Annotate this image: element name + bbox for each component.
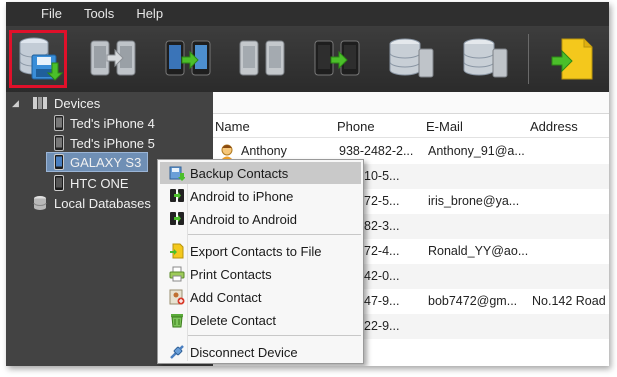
menu-separator	[188, 335, 361, 336]
tree-devices-label: Devices	[54, 95, 101, 111]
menu-item-label: Disconnect Device	[190, 344, 298, 360]
iphone-icon	[54, 115, 64, 131]
android-to-android-button[interactable]	[308, 30, 366, 88]
cell-email: Ronald_YY@ao...	[428, 244, 529, 258]
column-header-name[interactable]: Name	[215, 119, 250, 134]
export-file-icon	[164, 243, 190, 259]
list-header: Name Phone E-Mail Address	[213, 116, 609, 138]
devices-icon	[32, 95, 48, 111]
iphone-icon	[54, 135, 64, 151]
disconnect-icon	[164, 344, 190, 360]
iphone-to-iphone-button[interactable]	[84, 30, 142, 88]
tree-device-label: HTC ONE	[70, 175, 129, 191]
delete-contact-icon	[164, 312, 190, 328]
menu-bar: File Tools Help	[6, 2, 609, 26]
menu-file[interactable]: File	[30, 2, 73, 26]
export-file-icon	[551, 38, 593, 80]
android-to-iphone-button[interactable]	[159, 30, 217, 88]
android-phone-icon	[54, 154, 64, 170]
toolbar	[6, 26, 609, 92]
tree-device-item[interactable]: Ted's iPhone 5	[54, 133, 155, 153]
android-to-android-icon	[164, 211, 190, 227]
cell-email: bob7472@gm...	[428, 294, 518, 308]
phone-to-database-button[interactable]	[456, 30, 514, 88]
tree-local-label: Local Databases	[54, 195, 151, 211]
tree-local-databases-node[interactable]: Local Databases	[32, 193, 151, 213]
menu-item-export-contacts[interactable]: Export Contacts to File	[160, 240, 361, 262]
tree-device-item[interactable]: Ted's iPhone 4	[54, 113, 155, 133]
menu-item-delete-contact[interactable]: Delete Contact	[160, 309, 361, 331]
tree-device-item-selected[interactable]: GALAXY S3	[46, 152, 149, 172]
menu-item-label: Android to iPhone	[190, 188, 294, 204]
database-sync-icon	[463, 38, 508, 78]
tree-device-label: GALAXY S3	[70, 154, 142, 170]
menu-item-label: Add Contact	[190, 289, 262, 305]
collapse-arrow-icon[interactable]: ◢	[12, 98, 19, 109]
cell-email: Anthony_91@a...	[428, 144, 525, 158]
column-header-email[interactable]: E-Mail	[426, 119, 463, 134]
phone-pair-icon	[239, 40, 285, 76]
android-to-iphone-icon	[164, 188, 190, 204]
android-to-iphone-icon	[165, 40, 211, 76]
menu-separator	[188, 234, 361, 235]
backup-icon	[164, 165, 190, 181]
cell-name: Anthony	[241, 144, 287, 158]
tree-device-label: Ted's iPhone 5	[70, 135, 155, 151]
iphone-transfer-icon	[90, 40, 136, 76]
menu-item-label: Print Contacts	[190, 266, 272, 282]
database-backup-icon	[19, 37, 64, 81]
menu-item-add-contact[interactable]: Add Contact	[160, 286, 361, 308]
add-contact-icon	[164, 289, 190, 305]
database-restore-icon	[389, 38, 434, 78]
export-file-button[interactable]	[543, 30, 601, 88]
menu-item-print-contacts[interactable]: Print Contacts	[160, 263, 361, 285]
search-bar[interactable]	[213, 92, 609, 114]
menu-item-label: Android to Android	[190, 211, 297, 227]
menu-help[interactable]: Help	[125, 2, 174, 26]
cell-address: No.142 Road	[532, 294, 606, 308]
menu-item-backup-contacts[interactable]: Backup Contacts	[160, 162, 361, 184]
app-window: File Tools Help ◢ Devices Ted's iPhone 4…	[6, 2, 609, 366]
menu-tools[interactable]: Tools	[73, 2, 125, 26]
tree-devices-node[interactable]: Devices	[32, 93, 100, 113]
tree-device-label: Ted's iPhone 4	[70, 115, 155, 131]
menu-item-label: Delete Contact	[190, 312, 276, 328]
tree-device-item[interactable]: HTC ONE	[54, 173, 129, 193]
cell-phone: 938-2482-2...	[339, 144, 414, 158]
backup-database-button[interactable]	[9, 30, 67, 88]
database-to-phone-button[interactable]	[382, 30, 440, 88]
menu-item-label: Backup Contacts	[190, 165, 289, 181]
menu-item-android-to-android[interactable]: Android to Android	[160, 208, 361, 230]
column-header-phone[interactable]: Phone	[337, 119, 375, 134]
column-header-address[interactable]: Address	[530, 119, 578, 134]
menu-item-android-to-iphone[interactable]: Android to iPhone	[160, 185, 361, 207]
menu-item-label: Export Contacts to File	[190, 243, 322, 259]
android-phone-icon	[54, 175, 64, 191]
android-to-android-icon	[314, 40, 360, 76]
print-icon	[164, 266, 190, 282]
iphone-to-android-button[interactable]	[233, 30, 291, 88]
database-icon	[32, 195, 48, 211]
cell-email: iris_brone@ya...	[428, 194, 520, 208]
toolbar-separator	[528, 34, 529, 84]
context-menu: Backup Contacts Android to iPhone Androi…	[157, 159, 364, 364]
menu-item-disconnect-device[interactable]: Disconnect Device	[160, 341, 361, 363]
